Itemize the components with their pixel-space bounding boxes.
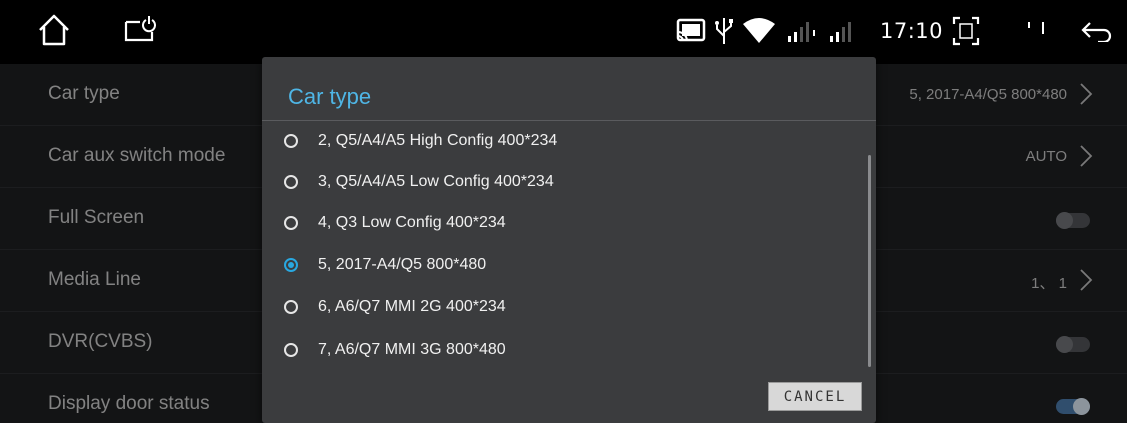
- volume-indicator-icon: [1028, 22, 1044, 34]
- wifi-icon: [743, 18, 775, 43]
- car-type-option[interactable]: 6, A6/Q7 MMI 2G 400*234: [284, 289, 844, 325]
- car-type-option[interactable]: 3, Q5/A4/A5 Low Config 400*234: [284, 164, 844, 200]
- radio-button[interactable]: [284, 134, 298, 148]
- car-type-dialog: Car type 2, Q5/A4/A5 High Config 400*234…: [262, 57, 876, 423]
- option-label: 2, Q5/A4/A5 High Config 400*234: [318, 132, 558, 149]
- cancel-button[interactable]: CANCEL: [768, 382, 862, 411]
- radio-button-selected[interactable]: [284, 258, 298, 272]
- radio-button[interactable]: [284, 175, 298, 189]
- signal-icon: [830, 22, 851, 42]
- car-type-option[interactable]: 4, Q3 Low Config 400*234: [284, 205, 844, 241]
- option-label: 6, A6/Q7 MMI 2G 400*234: [318, 298, 506, 315]
- option-label: 5, 2017-A4/Q5 800*480: [318, 256, 487, 273]
- status-bar: 17:10: [0, 0, 1127, 64]
- radio-button[interactable]: [284, 216, 298, 230]
- cast-icon: [676, 18, 706, 42]
- radio-button[interactable]: [284, 343, 298, 357]
- screenshot-icon[interactable]: [952, 16, 980, 46]
- signal-icon: [788, 22, 815, 42]
- usb-icon: [715, 18, 733, 44]
- dialog-title: Car type: [288, 84, 372, 109]
- option-label: 3, Q5/A4/A5 Low Config 400*234: [318, 173, 554, 190]
- car-type-option[interactable]: 2, Q5/A4/A5 High Config 400*234: [284, 123, 844, 159]
- car-type-option[interactable]: 7, A6/Q7 MMI 3G 800*480: [284, 332, 844, 368]
- power-recent-icon[interactable]: [124, 14, 156, 44]
- home-icon[interactable]: [36, 12, 72, 48]
- status-clock: 17:10: [880, 19, 944, 43]
- car-type-option[interactable]: 5, 2017-A4/Q5 800*480: [284, 247, 844, 283]
- option-label: 7, A6/Q7 MMI 3G 800*480: [318, 341, 506, 358]
- dialog-scrollbar[interactable]: [868, 155, 871, 367]
- back-icon[interactable]: [1080, 20, 1114, 42]
- radio-button[interactable]: [284, 300, 298, 314]
- option-label: 4, Q3 Low Config 400*234: [318, 214, 506, 231]
- dialog-divider: [262, 120, 876, 121]
